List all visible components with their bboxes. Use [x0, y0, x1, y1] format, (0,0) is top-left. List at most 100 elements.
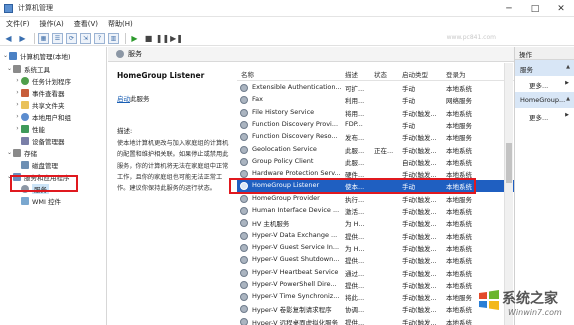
- tree-item-task-scheduler[interactable]: › 任务计划程序: [14, 75, 71, 86]
- tree-item-system-tools[interactable]: ⌄ 系统工具: [6, 63, 50, 74]
- minimize-button[interactable]: ─: [496, 0, 522, 17]
- window-title: 计算机管理: [18, 4, 53, 12]
- cell-description: 发布...: [345, 134, 365, 143]
- performance-icon: [21, 124, 29, 133]
- expanded-arrow-icon[interactable]: ⌄: [6, 149, 13, 156]
- table-row[interactable]: Geolocation Service 此服... 正在... 手动(触发... 本地系…: [237, 144, 514, 156]
- disk-icon: [21, 160, 29, 169]
- tree-label: 存储: [24, 149, 37, 158]
- column-header-logon-as[interactable]: 登录为: [446, 69, 466, 79]
- back-arrow-icon[interactable]: ◀: [3, 33, 14, 44]
- service-gear-icon: [240, 145, 248, 154]
- actions-more-services[interactable]: 更多...: [515, 76, 574, 92]
- watermark-logo-url: Winwin7.com: [508, 308, 562, 317]
- folder-icon: [21, 100, 29, 109]
- table-row[interactable]: Hyper-V 卷影复制请求程序 协调... 手动(触发... 本地系统: [237, 303, 514, 315]
- table-row[interactable]: Human Interface Device ... 激活... 手动(触发... 本…: [237, 205, 514, 217]
- collapsed-arrow-icon[interactable]: ›: [14, 125, 21, 132]
- expanded-arrow-icon[interactable]: ⌄: [6, 65, 13, 72]
- table-row[interactable]: Hyper-V Heartbeat Service 通过... 手动(触发... 本地…: [237, 267, 514, 279]
- start-service-link[interactable]: 启动: [117, 95, 130, 103]
- scrollbar-thumb[interactable]: [506, 143, 512, 183]
- tree-item-root[interactable]: ⌄ 计算机管理(本地): [2, 50, 71, 61]
- collapsed-arrow-icon[interactable]: ›: [14, 89, 21, 96]
- stop-service-icon[interactable]: ■: [143, 33, 154, 44]
- table-row[interactable]: Hyper-V Guest Shutdown... 提供... 手动(触发... 本地…: [237, 254, 514, 266]
- expanded-arrow-icon[interactable]: ⌄: [2, 52, 9, 59]
- toolbar-separator: [125, 32, 126, 44]
- event-log-icon: [21, 88, 29, 97]
- service-description-pane: HomeGroup Listener 启动此服务 描述: 使本地计算机更改与加入…: [108, 63, 236, 325]
- tree-item-event-viewer[interactable]: › 事件查看器: [14, 87, 65, 98]
- tree-item-disk-management[interactable]: 磁盘管理: [21, 159, 58, 170]
- column-header-startup-type[interactable]: 启动类型: [402, 69, 428, 79]
- cell-description: 将用...: [345, 109, 365, 118]
- show-hide-action-pane-icon[interactable]: ▥: [108, 32, 119, 44]
- tree-item-performance[interactable]: › 性能: [14, 123, 45, 134]
- column-header-description[interactable]: 描述: [345, 69, 358, 79]
- annotation-highlight-box: [10, 175, 78, 192]
- table-row[interactable]: Function Discovery Reso... 发布... 手动(触发... 本…: [237, 131, 514, 143]
- cell-logon: 本地系统: [446, 208, 472, 216]
- tree-item-wmi[interactable]: WMI 控件: [21, 195, 61, 206]
- properties-icon[interactable]: ☰: [52, 32, 63, 44]
- close-button[interactable]: ✕: [548, 0, 574, 17]
- cell-startup: 手动: [402, 97, 415, 106]
- tree-item-shared-folders[interactable]: › 共享文件夹: [14, 99, 65, 110]
- menu-view[interactable]: 查看(V): [74, 19, 98, 29]
- table-row[interactable]: Extensible Authentication... 可扩... 手动 本地系统: [237, 82, 514, 94]
- console-tree-icon[interactable]: ▦: [38, 32, 49, 44]
- collapsed-arrow-icon[interactable]: ›: [14, 101, 21, 108]
- table-row[interactable]: File History Service 将用... 手动(触发... 本地系统: [237, 107, 514, 119]
- cell-description: 协调...: [345, 306, 365, 315]
- column-header-status[interactable]: 状态: [374, 69, 387, 79]
- actions-section-services[interactable]: 服务: [515, 60, 574, 76]
- menu-file[interactable]: 文件(F): [6, 19, 30, 29]
- tree-item-storage[interactable]: ⌄ 存储: [6, 147, 37, 158]
- cell-name: Hyper-V Guest Shutdown...: [252, 255, 340, 264]
- help-icon[interactable]: ?: [94, 32, 105, 44]
- table-row[interactable]: Hyper-V Guest Service In... 为 H... 手动(触发..…: [237, 242, 514, 254]
- cell-name: Fax: [252, 95, 263, 104]
- cell-startup: 手动(触发...: [402, 306, 437, 315]
- start-service-icon[interactable]: ▶: [129, 33, 140, 44]
- table-row[interactable]: HomeGroup Provider 执行... 手动(触发... 本地服务: [237, 193, 514, 205]
- cell-logon: 本地系统: [446, 85, 472, 93]
- actions-section-selected-service[interactable]: HomeGroup...: [515, 92, 574, 108]
- collapsed-arrow-icon[interactable]: ›: [14, 77, 21, 84]
- actions-more-selected-service[interactable]: 更多...: [515, 108, 574, 124]
- cell-description: FDP...: [345, 119, 363, 128]
- menu-action[interactable]: 操作(A): [40, 19, 64, 29]
- collapsed-arrow-icon[interactable]: ›: [14, 113, 21, 120]
- service-gear-icon: [240, 231, 248, 240]
- table-row[interactable]: Hyper-V Data Exchange ... 提供... 手动(触发... 本地…: [237, 230, 514, 242]
- export-list-icon[interactable]: ⇲: [80, 32, 91, 44]
- forward-arrow-icon[interactable]: ▶: [17, 33, 28, 44]
- cell-name: Hyper-V Data Exchange ...: [252, 230, 338, 239]
- table-row[interactable]: Function Discovery Provi... FDP... 手动 本地服务: [237, 119, 514, 131]
- selected-service-name: HomeGroup Listener: [117, 71, 205, 80]
- service-gear-icon: [240, 293, 248, 302]
- maximize-button[interactable]: □: [522, 0, 548, 17]
- table-row[interactable]: HV 主机服务 为 H... 手动(触发... 本地系统: [237, 217, 514, 229]
- refresh-icon[interactable]: ⟳: [66, 32, 77, 44]
- table-row[interactable]: Hyper-V Time Synchroniz... 将此... 手动(触发... 本…: [237, 291, 514, 303]
- table-row[interactable]: Fax 利用... 手动 网络服务: [237, 94, 514, 106]
- cell-logon: 本地系统: [446, 220, 472, 229]
- cell-name: Hyper-V Heartbeat Service: [252, 267, 339, 276]
- tree-item-device-manager[interactable]: 设备管理器: [21, 135, 65, 146]
- tree-item-local-users[interactable]: › 本地用户和组: [14, 111, 71, 122]
- restart-service-icon[interactable]: ▶❚: [170, 33, 183, 44]
- content-title: 服务: [128, 50, 142, 58]
- menu-help[interactable]: 帮助(H): [108, 19, 133, 29]
- table-row[interactable]: Group Policy Client 此服... 自动(触发... 本地系统: [237, 156, 514, 168]
- description-label: 描述:: [117, 127, 133, 135]
- table-row[interactable]: Hyper-V PowerShell Dire... 提供... 手动(触发... 本…: [237, 279, 514, 291]
- service-gear-icon: [240, 157, 248, 166]
- cell-name: Function Discovery Reso...: [252, 132, 338, 141]
- cell-logon: 本地系统: [446, 257, 472, 266]
- pause-service-icon[interactable]: ❚❚: [156, 33, 169, 44]
- column-header-name[interactable]: 名称: [241, 69, 254, 79]
- cell-logon: 本地系统: [446, 146, 472, 155]
- table-row[interactable]: Hyper-V 远程桌面虚拟化服务 提供... 手动(触发... 本地系统: [237, 316, 514, 325]
